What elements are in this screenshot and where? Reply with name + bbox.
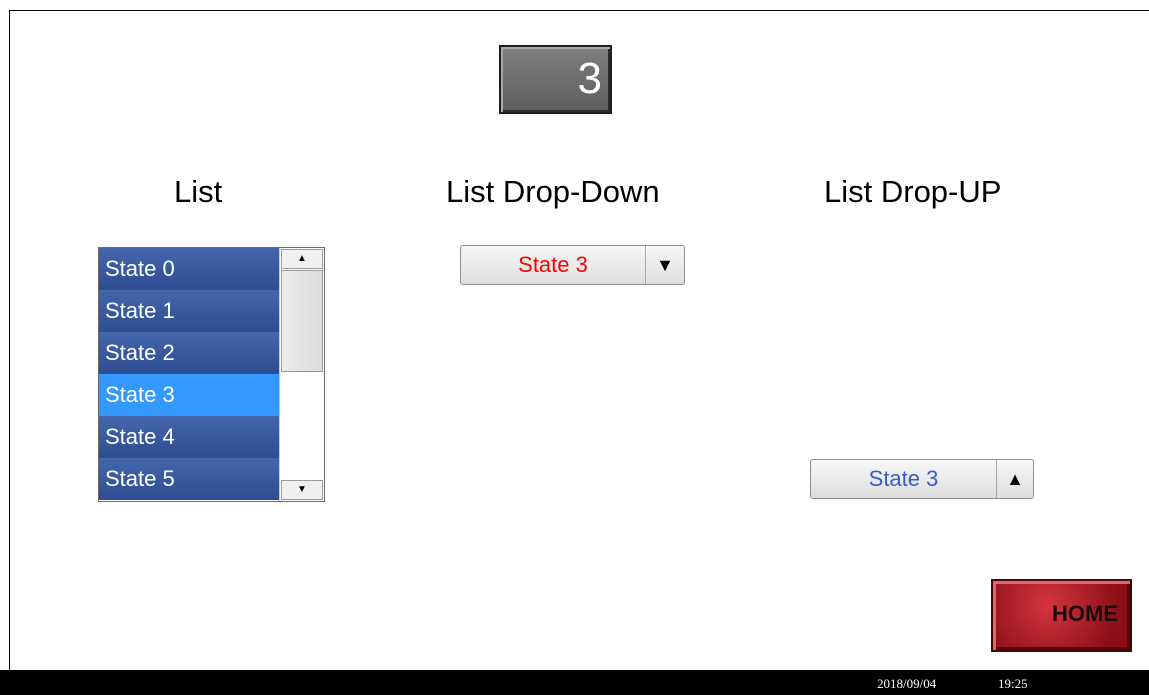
state-dropup[interactable]: State 3 ▲ <box>810 459 1034 499</box>
dropup-arrow-icon[interactable]: ▲ <box>996 460 1033 498</box>
list-item-state-5[interactable]: State 5 <box>99 458 279 500</box>
numeric-display: 3 <box>499 45 612 114</box>
dropup-value: State 3 <box>868 466 939 491</box>
state-dropdown[interactable]: State 3 ▼ <box>460 245 685 285</box>
list-dropdown-title: List Drop-Down <box>446 174 660 209</box>
list-item-state-3[interactable]: State 3 <box>99 374 279 416</box>
status-date: 2018/09/04 <box>877 676 937 691</box>
list-item-state-1[interactable]: State 1 <box>99 290 279 332</box>
scroll-up-arrow-icon[interactable]: ▲ <box>281 249 323 269</box>
list-item-state-4[interactable]: State 4 <box>99 416 279 458</box>
list-dropup-title: List Drop-UP <box>824 174 1002 209</box>
status-time: 19:25 <box>998 676 1028 691</box>
scroll-thumb[interactable] <box>281 270 323 372</box>
dropdown-arrow-icon[interactable]: ▼ <box>645 246 684 284</box>
scroll-down-arrow-icon[interactable]: ▼ <box>281 480 323 500</box>
list-item-state-0[interactable]: State 0 <box>99 248 279 290</box>
home-button-label: HOME <box>1052 601 1118 626</box>
list-item-state-2[interactable]: State 2 <box>99 332 279 374</box>
list-scrollbar[interactable]: ▲ ▼ <box>279 248 324 501</box>
home-button[interactable]: HOME <box>991 579 1132 652</box>
status-bar: 2018/09/04 19:25 <box>0 670 1149 695</box>
numeric-display-value: 3 <box>577 54 602 103</box>
state-list-items: State 0 State 1 State 2 State 3 State 4 … <box>99 248 279 500</box>
dropdown-value: State 3 <box>518 252 588 277</box>
list-title: List <box>174 174 223 209</box>
state-listbox[interactable]: State 0 State 1 State 2 State 3 State 4 … <box>98 247 325 502</box>
